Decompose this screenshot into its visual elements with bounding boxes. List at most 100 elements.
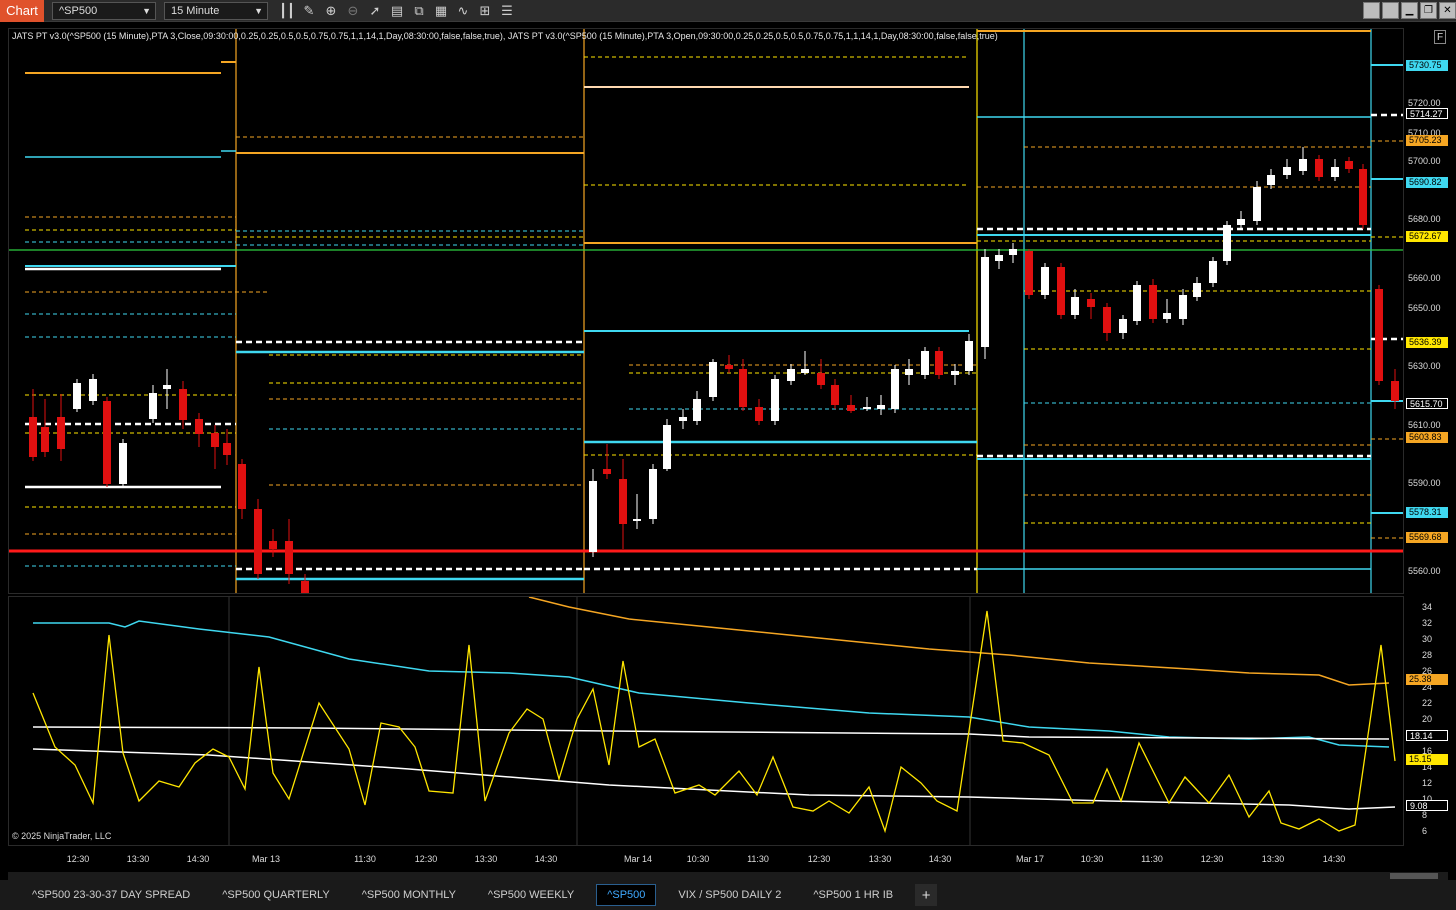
candle-body [1163,313,1171,319]
indicator-chart[interactable] [9,597,1404,846]
time-axis-label: 14:30 [534,854,558,864]
time-axis-label: 10:30 [1080,854,1104,864]
candle-body [1391,381,1399,401]
candle-body [1057,267,1065,315]
candle-body [1193,283,1201,297]
candle-body [1237,219,1245,225]
price-axis-label: 5660.00 [1408,273,1441,283]
zoom-out-icon[interactable]: ⊖ [342,0,364,22]
chart-tab[interactable]: Chart [0,0,44,22]
indicator-axis-label: 20 [1422,714,1433,724]
candle-body [771,379,779,421]
tile2-icon[interactable] [1382,2,1399,19]
minimize-icon[interactable]: ▁ [1401,2,1418,19]
time-axis-label: Mar 17 [1015,854,1045,864]
window-controls: ▁ ❐ ✕ [1363,2,1456,19]
price-axis-label: 5680.00 [1408,214,1441,224]
workspace-tab[interactable]: ^SP500 1 HR IB [803,884,903,906]
workspace-tab[interactable]: ^SP500 23-30-37 DAY SPREAD [22,884,200,906]
price-axis-label: 5590.00 [1408,478,1441,488]
indicator-axis[interactable]: 3432302826242220181614121086 25.3818.141… [1404,596,1448,846]
time-axis-label: 13:30 [868,854,892,864]
price-panel[interactable]: JATS PT v3.0(^SP500 (15 Minute),PTA 3,Cl… [8,28,1404,594]
time-axis-label: Mar 13 [251,854,281,864]
candle-body [57,417,65,449]
draw-icon[interactable]: ✎ [298,0,320,22]
indicator-panel[interactable]: © 2025 NinjaTrader, LLC [8,596,1404,846]
candle-body [633,519,641,521]
time-axis-label: 11:30 [1141,854,1163,864]
scroll-thumb[interactable] [1390,873,1438,879]
candle-body [1041,267,1049,295]
zoom-in-icon[interactable]: ⊕ [320,0,342,22]
time-axis-label: 13:30 [1261,854,1285,864]
time-axis-label: 11:30 [747,854,769,864]
price-axis-label: 5650.00 [1408,303,1441,313]
workspace-tab[interactable]: VIX / SP500 DAILY 2 [668,884,791,906]
templates-icon[interactable]: ⧉ [408,0,430,22]
time-axis-label: 14:30 [186,854,210,864]
candle-body [285,541,293,574]
interval-selector[interactable]: 15 Minute ▼ [164,1,268,20]
candle-body [981,257,989,347]
time-axis[interactable]: 12:30 13:30 14:30 Mar 13 11:30 12:30 13:30 14:3… [8,848,1404,870]
candle-body [1149,285,1157,319]
chevron-down-icon: ▼ [142,5,151,16]
price-axis-label: 5720.00 [1408,98,1441,108]
price-tag: 5603.83 [1406,432,1448,443]
candle-body [965,341,973,371]
candle-body [1331,167,1339,177]
candle-body [29,417,37,457]
workspace-tab[interactable]: ^SP500 WEEKLY [478,884,584,906]
candle-body [254,509,262,574]
candle-body [149,393,157,419]
workspace-tab[interactable]: ^SP500 QUARTERLY [212,884,339,906]
bar-style-icon[interactable]: ┃┃ [276,0,298,22]
time-axis-label: 10:30 [686,854,710,864]
time-axis-label: 12:30 [414,854,438,864]
properties-icon[interactable]: ▦ [430,0,452,22]
candle-body [1133,285,1141,321]
candle-body [1119,319,1127,333]
price-chart[interactable] [9,29,1404,594]
tile-icon[interactable] [1363,2,1380,19]
horizontal-scrollbar[interactable] [8,872,1448,880]
candle-body [179,389,187,420]
pointer-icon[interactable]: ➚ [364,0,386,22]
candle-body [589,481,597,552]
candle-body [831,385,839,405]
price-tag: 5636.39 [1406,337,1448,348]
candle-body [1209,261,1217,283]
indicators-icon[interactable]: ∿ [452,0,474,22]
candle-body [89,379,97,401]
list-icon[interactable]: ☰ [496,0,518,22]
price-axis[interactable]: F 5720.00 5710.00 5700.00 5680.00 5660.00 565… [1404,28,1448,594]
close-icon[interactable]: ✕ [1439,2,1456,19]
time-axis-label: 13:30 [474,854,498,864]
data-box-icon[interactable]: ▤ [386,0,408,22]
candle-body [1103,307,1111,333]
instrument-selector[interactable]: ^SP500 ▼ [52,1,156,20]
add-tab-button[interactable]: + [915,884,938,906]
candle-body [755,407,763,421]
candle-body [679,417,687,421]
copyright-text: © 2025 NinjaTrader, LLC [12,831,112,841]
yellow-series-line [32,610,1396,834]
candle-body [1359,169,1367,225]
restore-icon[interactable]: ❐ [1420,2,1437,19]
time-axis-label: 14:30 [1322,854,1346,864]
workspace-tab[interactable]: ^SP500 [596,884,657,906]
candle-body [1375,289,1383,381]
candle-body [951,371,959,375]
candle-body [619,479,627,524]
strategies-icon[interactable]: ⊞ [474,0,496,22]
time-axis-label: 12:30 [807,854,831,864]
chevron-down-icon: ▼ [254,5,263,16]
workspace-tab[interactable]: ^SP500 MONTHLY [352,884,466,906]
candle-body [709,362,717,397]
price-axis-label: 5560.00 [1408,566,1441,576]
axis-f-button[interactable]: F [1434,30,1446,44]
price-tag: 5569.68 [1406,532,1448,543]
candle-body [73,383,81,409]
candle-body [877,405,885,409]
